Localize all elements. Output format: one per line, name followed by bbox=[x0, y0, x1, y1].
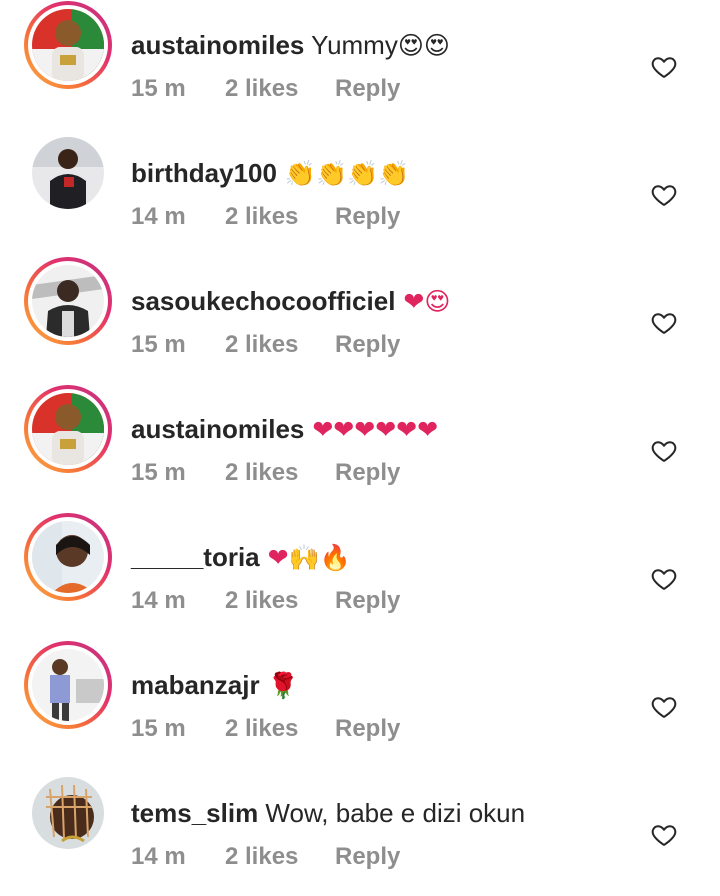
comment-likes[interactable]: 2 likes bbox=[225, 202, 335, 232]
heart-outline-icon[interactable] bbox=[650, 53, 678, 81]
reply-button[interactable]: Reply bbox=[335, 714, 400, 744]
comment-item: _____toria ❤🙌🔥 14 m 2 likes Reply bbox=[0, 512, 720, 640]
comment-emojis: ❤❤❤❤❤❤ bbox=[304, 415, 439, 444]
reply-button[interactable]: Reply bbox=[335, 330, 400, 360]
avatar[interactable] bbox=[32, 9, 104, 81]
avatar[interactable] bbox=[32, 521, 104, 593]
avatar[interactable] bbox=[32, 265, 104, 337]
heart-outline-icon[interactable] bbox=[650, 437, 678, 465]
comment-item: birthday100 👏👏👏👏 14 m 2 likes Reply bbox=[0, 128, 720, 256]
comment-username[interactable]: _____toria bbox=[131, 542, 260, 572]
comment-username[interactable]: birthday100 bbox=[131, 158, 277, 188]
avatar-wrap bbox=[24, 129, 112, 217]
heart-outline-icon[interactable] bbox=[650, 309, 678, 337]
heart-outline-icon[interactable] bbox=[650, 693, 678, 721]
reply-button[interactable]: Reply bbox=[335, 74, 400, 104]
comment-likes[interactable]: 2 likes bbox=[225, 714, 335, 744]
comment-item: tems_slim Wow, babe e dizi okun 14 m 2 li… bbox=[0, 768, 720, 896]
comment-time: 15 m bbox=[131, 331, 186, 358]
avatar[interactable] bbox=[32, 649, 104, 721]
comment-username[interactable]: tems_slim bbox=[131, 798, 258, 828]
comment-likes[interactable]: 2 likes bbox=[225, 458, 335, 488]
comment-time: 14 m bbox=[131, 587, 186, 614]
comment-likes[interactable]: 2 likes bbox=[225, 330, 335, 360]
comment-item: austainomiles ❤❤❤❤❤❤ 15 m 2 likes Reply bbox=[0, 384, 720, 512]
comment-emojis: ❤😍 bbox=[395, 287, 451, 316]
story-ring[interactable] bbox=[24, 641, 112, 729]
avatar[interactable] bbox=[32, 137, 104, 209]
comment-username[interactable]: sasoukechocoofficiel bbox=[131, 286, 395, 316]
comment-text: Yummy bbox=[304, 30, 398, 60]
comment-username[interactable]: austainomiles bbox=[131, 414, 304, 444]
reply-button[interactable]: Reply bbox=[335, 202, 400, 232]
comment-time: 14 m bbox=[131, 203, 186, 230]
reply-button[interactable]: Reply bbox=[335, 842, 400, 872]
story-ring[interactable] bbox=[24, 1, 112, 89]
comment-time: 15 m bbox=[131, 459, 186, 486]
avatar[interactable] bbox=[32, 393, 104, 465]
heart-outline-icon[interactable] bbox=[650, 821, 678, 849]
comment-text: Wow, babe e dizi okun bbox=[265, 798, 526, 828]
comment-emojis: 🌹 bbox=[259, 671, 299, 700]
comment-item: sasoukechocoofficiel ❤😍 15 m 2 likes Reply bbox=[0, 256, 720, 384]
story-ring[interactable] bbox=[24, 513, 112, 601]
comment-emojis: 👏👏👏👏 bbox=[276, 159, 410, 188]
heart-outline-icon[interactable] bbox=[650, 565, 678, 593]
comment-likes[interactable]: 2 likes bbox=[225, 586, 335, 616]
comment-emojis: 😍😍 bbox=[397, 31, 450, 60]
comment-item: austainomiles Yummy😍😍 15 m 2 likes Reply bbox=[0, 0, 720, 128]
comment-time: 15 m bbox=[131, 75, 186, 102]
comment-likes[interactable]: 2 likes bbox=[225, 842, 335, 872]
avatar[interactable] bbox=[32, 777, 104, 849]
comment-item: mabanzajr 🌹 15 m 2 likes Reply bbox=[0, 640, 720, 768]
story-ring[interactable] bbox=[24, 385, 112, 473]
reply-button[interactable]: Reply bbox=[335, 458, 400, 488]
comment-time: 15 m bbox=[131, 715, 186, 742]
comment-likes[interactable]: 2 likes bbox=[225, 74, 335, 104]
heart-outline-icon[interactable] bbox=[650, 181, 678, 209]
story-ring[interactable] bbox=[24, 257, 112, 345]
reply-button[interactable]: Reply bbox=[335, 586, 400, 616]
comment-emojis: ❤🙌🔥 bbox=[259, 543, 351, 572]
comment-username[interactable]: mabanzajr bbox=[131, 670, 260, 700]
comment-time: 14 m bbox=[131, 843, 186, 870]
avatar-wrap bbox=[24, 769, 112, 857]
comment-username[interactable]: austainomiles bbox=[131, 30, 304, 60]
